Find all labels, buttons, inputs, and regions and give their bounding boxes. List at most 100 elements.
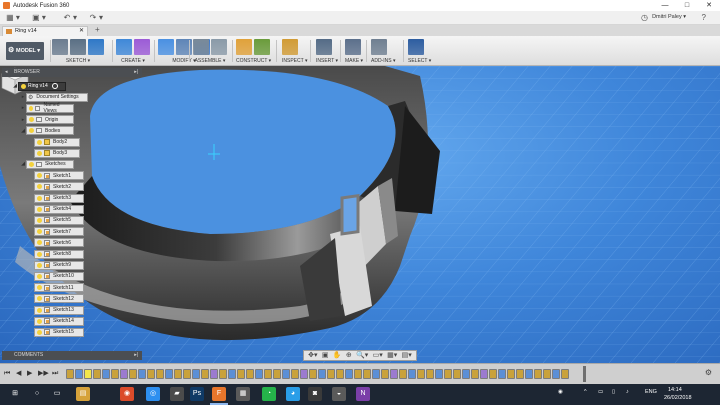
redo-button[interactable]: ↷ xyxy=(88,13,98,23)
browser-item-sketch7[interactable]: Sketch7 xyxy=(28,227,84,237)
tray-record-icon[interactable]: ◉ xyxy=(558,389,563,395)
taskbar-app-11[interactable]: ◕ xyxy=(286,387,300,401)
browser-node[interactable]: Sketch2 xyxy=(34,182,84,192)
taskbar-app-8[interactable]: F xyxy=(212,387,226,401)
timeline-prev-button[interactable]: ◀ xyxy=(16,369,21,378)
timeline-feature[interactable] xyxy=(444,369,452,379)
browser-item-sketch4[interactable]: Sketch4 xyxy=(28,204,84,214)
visibility-bulb-icon[interactable] xyxy=(37,184,42,190)
browser-node[interactable]: Bodies xyxy=(26,126,74,136)
browser-node[interactable]: Sketch3 xyxy=(34,193,84,203)
timeline-feature[interactable] xyxy=(102,369,110,379)
timeline-feature[interactable] xyxy=(435,369,443,379)
browser-node[interactable]: Origin xyxy=(26,115,74,125)
taskbar-app-10[interactable]: ◔ xyxy=(262,387,276,401)
comments-panel-header[interactable]: COMMENTS ▸| xyxy=(2,351,142,360)
tool-icon[interactable] xyxy=(254,39,270,55)
taskbar-app-4[interactable]: ◉ xyxy=(120,387,134,401)
timeline-feature[interactable] xyxy=(165,369,173,379)
timeline-feature[interactable] xyxy=(201,369,209,379)
timeline-feature[interactable] xyxy=(246,369,254,379)
timeline-feature[interactable] xyxy=(417,369,425,379)
timeline-feature[interactable] xyxy=(273,369,281,379)
timeline-feature[interactable] xyxy=(516,369,524,379)
ribbon-group-label[interactable]: CONSTRUCT ▾ xyxy=(236,58,271,64)
browser-item-document-settings[interactable]: ▸ ⚙ Document Settings xyxy=(20,92,88,102)
browser-item-body3[interactable]: Body3 xyxy=(28,148,80,158)
browser-item-sketches[interactable]: ◢ Sketches xyxy=(20,159,74,169)
visibility-bulb-icon[interactable] xyxy=(29,117,34,123)
visibility-bulb-icon[interactable] xyxy=(37,240,42,246)
browser-node[interactable]: Sketch15 xyxy=(34,327,84,337)
tab-close-icon[interactable]: ✕ xyxy=(79,27,84,36)
ribbon-group-label[interactable]: INSERT ▾ xyxy=(316,58,338,64)
timeline-feature[interactable] xyxy=(480,369,488,379)
timeline-feature[interactable] xyxy=(354,369,362,379)
browser-node[interactable]: ⚙ Document Settings xyxy=(26,92,88,102)
browser-node[interactable]: Sketch4 xyxy=(34,204,84,214)
browser-node[interactable]: Sketch10 xyxy=(34,271,84,281)
timeline-feature[interactable] xyxy=(120,369,128,379)
browser-node[interactable]: Body3 xyxy=(34,148,80,158)
visibility-bulb-icon[interactable] xyxy=(37,139,42,145)
undo-button[interactable]: ↶ xyxy=(62,13,72,23)
timeline-feature[interactable] xyxy=(264,369,272,379)
timeline-next-button[interactable]: ▶▶ xyxy=(38,369,49,378)
timeline-feature[interactable] xyxy=(453,369,461,379)
browser-node[interactable]: Sketch6 xyxy=(34,238,84,248)
timeline-feature[interactable] xyxy=(498,369,506,379)
timeline-feature[interactable] xyxy=(399,369,407,379)
browser-item-sketch14[interactable]: Sketch14 xyxy=(28,316,84,326)
zoom-icon[interactable]: ⊕ xyxy=(346,351,352,360)
ribbon-group-label[interactable]: CREATE ▾ xyxy=(116,58,150,64)
tool-icon[interactable] xyxy=(70,39,86,55)
timeline-feature[interactable] xyxy=(309,369,317,379)
tray-volume-icon[interactable]: ♪ xyxy=(626,389,629,395)
ribbon-group-label[interactable]: ADD-INS ▾ xyxy=(371,58,395,64)
taskbar-app-9[interactable]: ▦ xyxy=(236,387,250,401)
timeline-feature[interactable] xyxy=(462,369,470,379)
visibility-bulb-icon[interactable] xyxy=(37,217,42,223)
timeline-feature[interactable] xyxy=(318,369,326,379)
taskbar-app-14[interactable]: N xyxy=(356,387,370,401)
timeline-feature[interactable] xyxy=(282,369,290,379)
ribbon-group-label[interactable]: INSPECT ▾ xyxy=(282,58,307,64)
tool-icon[interactable] xyxy=(211,39,227,55)
tray-language[interactable]: ENG xyxy=(645,389,657,395)
tray-expand-icon[interactable]: ^ xyxy=(584,389,587,395)
browser-item-body2[interactable]: Body2 xyxy=(28,137,80,147)
browser-node[interactable]: Sketch7 xyxy=(34,227,84,237)
timeline-feature[interactable] xyxy=(192,369,200,379)
timeline-feature[interactable] xyxy=(84,369,92,379)
new-tab-button[interactable]: + xyxy=(95,25,100,34)
timeline-feature[interactable] xyxy=(174,369,182,379)
document-tab[interactable]: Ring v14 ✕ xyxy=(2,26,88,36)
tool-icon[interactable] xyxy=(371,39,387,55)
timeline-start-button[interactable]: ⏮ xyxy=(4,369,10,378)
timeline-feature[interactable] xyxy=(111,369,119,379)
browser-item-sketch11[interactable]: Sketch11 xyxy=(28,283,84,293)
timeline-feature[interactable] xyxy=(228,369,236,379)
timeline-feature[interactable] xyxy=(183,369,191,379)
timeline-feature[interactable] xyxy=(525,369,533,379)
maximize-button[interactable]: □ xyxy=(676,0,698,11)
browser-node[interactable]: Ring v14 xyxy=(18,81,66,91)
tool-icon[interactable] xyxy=(316,39,332,55)
tray-monitor-icon[interactable]: ▭ xyxy=(598,389,603,395)
browser-item-named-views[interactable]: ▸ Named Views xyxy=(20,102,74,114)
browser-node[interactable]: Sketch1 xyxy=(34,171,84,181)
browser-node[interactable]: Sketches xyxy=(26,159,74,169)
pan-icon[interactable]: ✋ xyxy=(333,351,342,360)
timeline-feature[interactable] xyxy=(219,369,227,379)
grid-settings-icon[interactable]: ▦▾ xyxy=(387,351,397,360)
browser-item-origin[interactable]: ▸ Origin xyxy=(20,115,74,125)
timeline-feature[interactable] xyxy=(291,369,299,379)
visibility-bulb-icon[interactable] xyxy=(29,161,34,167)
comments-pin-icon[interactable]: ▸| xyxy=(134,351,138,360)
visibility-bulb-icon[interactable] xyxy=(37,150,42,156)
browser-item-sketch15[interactable]: Sketch15 xyxy=(28,327,84,337)
taskbar-time[interactable]: 14:14 xyxy=(668,387,682,393)
visibility-bulb-icon[interactable] xyxy=(37,229,42,235)
timeline-feature[interactable] xyxy=(561,369,569,379)
visibility-bulb-icon[interactable] xyxy=(29,105,34,111)
